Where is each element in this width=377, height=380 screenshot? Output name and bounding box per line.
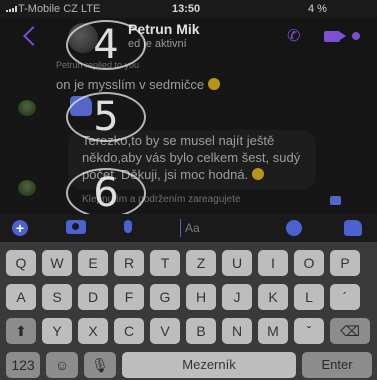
- battery-label: 4 %: [308, 3, 327, 15]
- backspace-icon[interactable]: ⌫: [330, 318, 370, 344]
- video-camera-icon[interactable]: [324, 31, 346, 42]
- key-h[interactable]: H: [186, 284, 216, 310]
- message-list[interactable]: Petrun replied to you on je mysslím v se…: [0, 56, 377, 214]
- overlay-number-4: 4: [66, 20, 146, 70]
- return-key[interactable]: Enter: [302, 352, 372, 378]
- phone-icon[interactable]: ✆: [287, 28, 305, 46]
- key-y[interactable]: Y: [42, 318, 72, 344]
- key-e[interactable]: E: [78, 250, 108, 276]
- numbers-key[interactable]: 123: [6, 352, 40, 378]
- key-n[interactable]: N: [222, 318, 252, 344]
- carrier-label: T-Mobile CZ LTE: [18, 3, 101, 15]
- space-key[interactable]: Mezerník: [122, 352, 296, 378]
- message-composer: + Aa: [0, 214, 377, 242]
- key-t[interactable]: T: [150, 250, 180, 276]
- key-k[interactable]: K: [258, 284, 288, 310]
- back-chevron-icon[interactable]: [23, 26, 43, 46]
- emoji-icon[interactable]: [286, 220, 302, 236]
- emoji-icon: [252, 168, 265, 180]
- overlay-number-6: 6: [66, 168, 146, 218]
- status-bar: T-Mobile CZ LTE 13:50 4 %: [0, 0, 377, 18]
- thumbs-up-icon[interactable]: [344, 220, 362, 236]
- key-p[interactable]: P: [330, 250, 360, 276]
- key-c[interactable]: C: [114, 318, 144, 344]
- emoji-icon: [208, 78, 221, 90]
- key-s[interactable]: S: [42, 284, 72, 310]
- key-o[interactable]: O: [294, 250, 324, 276]
- microphone-icon[interactable]: 🎙: [84, 352, 116, 378]
- key-x[interactable]: X: [78, 318, 108, 344]
- overlay-number-5: 5: [66, 92, 146, 142]
- key-r[interactable]: R: [114, 250, 144, 276]
- message-1[interactable]: on je mysslím v sedmičce: [56, 76, 221, 93]
- sender-avatar[interactable]: [18, 100, 36, 116]
- video-status-dot: [352, 32, 360, 40]
- keyboard: Q W E R T Z U I O P A S D F G H J K L ´ …: [0, 242, 377, 380]
- key-v[interactable]: V: [150, 318, 180, 344]
- microphone-icon[interactable]: [124, 220, 132, 233]
- key-d[interactable]: D: [78, 284, 108, 310]
- chat-header: Petrun Mik ed je aktivní ✆: [0, 18, 377, 56]
- key-z[interactable]: Z: [186, 250, 216, 276]
- emoji-keyboard-icon[interactable]: ☺: [46, 352, 78, 378]
- camera-icon[interactable]: [66, 220, 86, 234]
- key-i[interactable]: I: [258, 250, 288, 276]
- key-apostrophe[interactable]: ´: [330, 284, 360, 310]
- key-w[interactable]: W: [42, 250, 72, 276]
- message-1-text: on je mysslím v sedmičce: [56, 77, 205, 92]
- key-a[interactable]: A: [6, 284, 36, 310]
- status-time: 13:50: [172, 3, 201, 15]
- key-m[interactable]: M: [258, 318, 288, 344]
- key-caron[interactable]: ˇ: [294, 318, 324, 344]
- messenger-screen: T-Mobile CZ LTE 13:50 4 % Petrun Mik ed …: [0, 0, 377, 380]
- key-b[interactable]: B: [186, 318, 216, 344]
- signal-icon: [6, 6, 17, 12]
- key-g[interactable]: G: [150, 284, 180, 310]
- key-f[interactable]: F: [114, 284, 144, 310]
- key-q[interactable]: Q: [6, 250, 36, 276]
- key-j[interactable]: J: [222, 284, 252, 310]
- key-u[interactable]: U: [222, 250, 252, 276]
- plus-icon[interactable]: +: [12, 220, 28, 236]
- key-l[interactable]: L: [294, 284, 324, 310]
- sender-avatar[interactable]: [18, 180, 36, 196]
- shift-icon[interactable]: ⬆: [6, 318, 36, 344]
- thumbs-up-icon[interactable]: [330, 196, 341, 205]
